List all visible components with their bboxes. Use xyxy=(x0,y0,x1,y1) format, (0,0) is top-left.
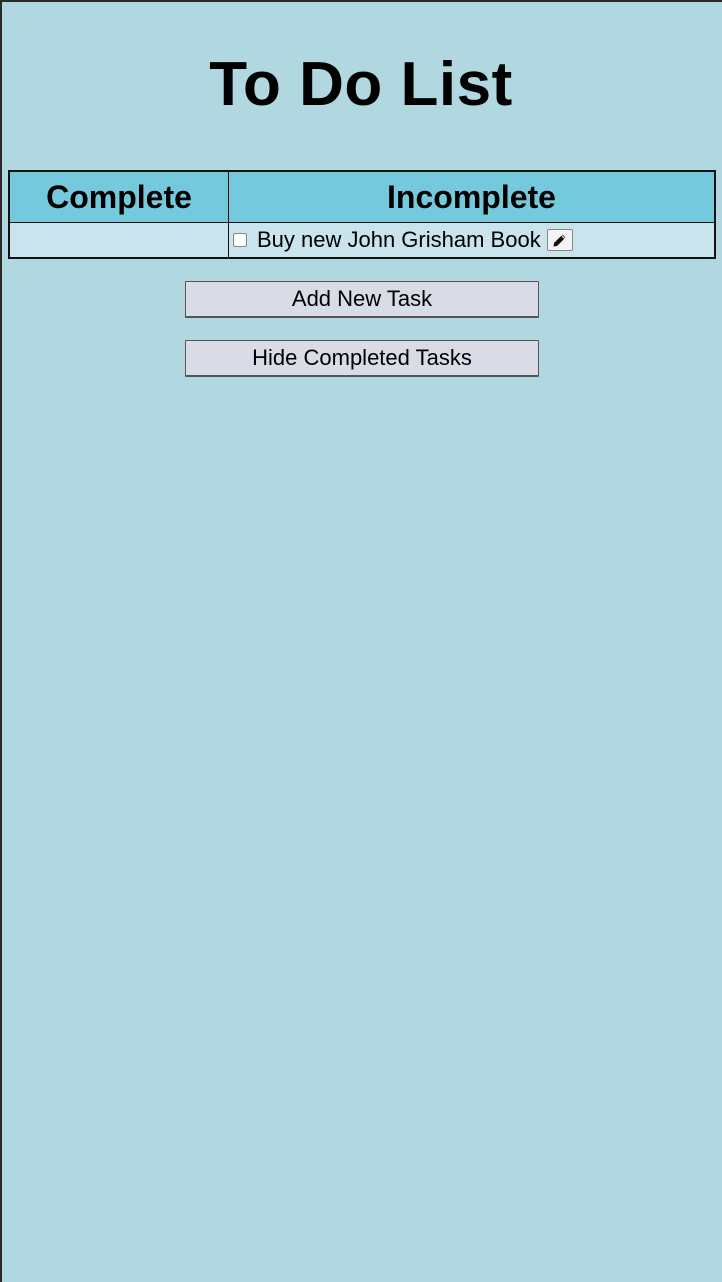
page-title: To Do List xyxy=(209,50,513,119)
window-left-border xyxy=(0,0,2,1282)
add-new-task-button[interactable]: Add New Task xyxy=(185,281,539,318)
task-item: Buy new John Grisham Book xyxy=(229,223,714,257)
window-top-border xyxy=(0,0,722,2)
table-header-row: Complete Incomplete xyxy=(8,170,716,223)
incomplete-column-header: Incomplete xyxy=(228,170,716,223)
complete-column-header: Complete xyxy=(8,170,229,223)
complete-cell xyxy=(8,222,229,259)
task-text: Buy new John Grisham Book xyxy=(257,227,541,252)
table-row: Buy new John Grisham Book xyxy=(8,222,716,259)
pencil-icon xyxy=(553,234,566,246)
hide-completed-tasks-button[interactable]: Hide Completed Tasks xyxy=(185,340,539,377)
task-table: Complete Incomplete Buy new John Grisham… xyxy=(8,170,716,259)
incomplete-cell: Buy new John Grisham Book xyxy=(228,222,716,259)
task-checkbox[interactable] xyxy=(233,233,247,247)
edit-task-button[interactable] xyxy=(546,229,573,251)
